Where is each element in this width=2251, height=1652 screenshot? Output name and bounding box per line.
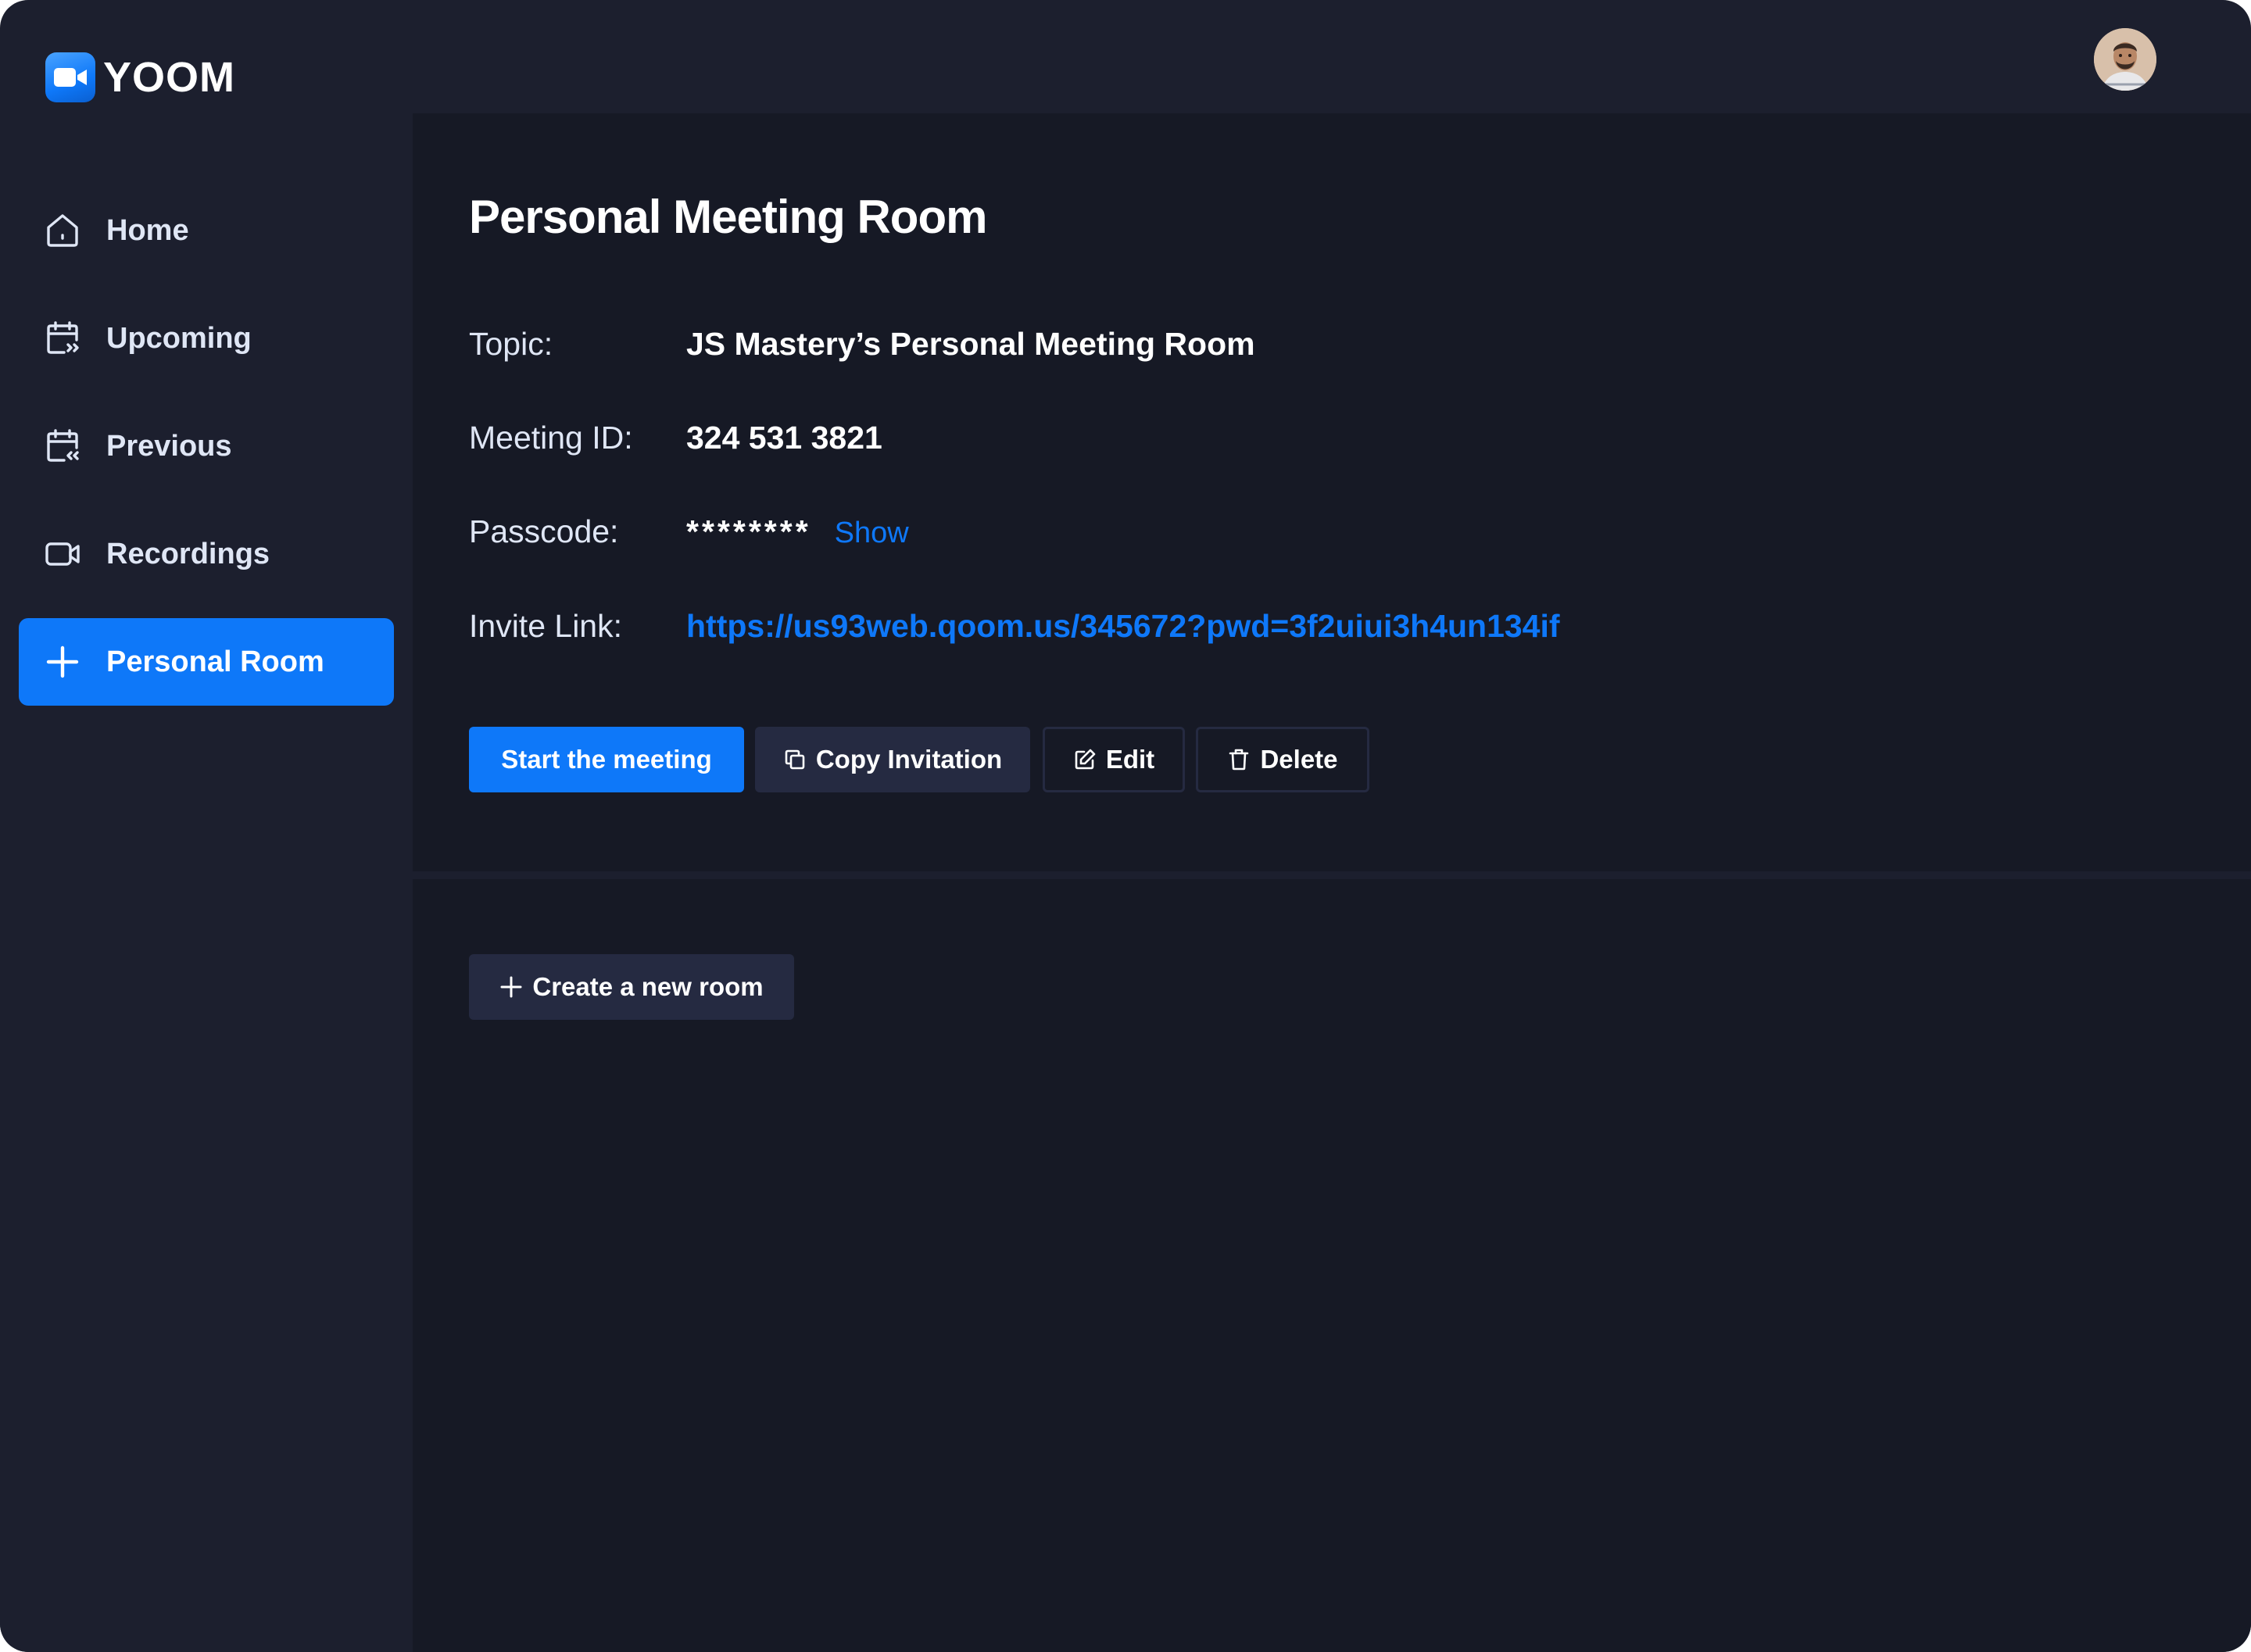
topic-value: JS Mastery’s Personal Meeting Room <box>686 326 1255 362</box>
calendar-previous-icon <box>42 426 83 467</box>
passcode-row: Passcode: ******** Show <box>469 513 909 550</box>
video-icon <box>42 534 83 574</box>
invite-link[interactable]: https://us93web.qoom.us/345672?pwd=3f2ui… <box>686 608 1560 645</box>
sidebar-item-label: Recordings <box>106 537 270 570</box>
passcode-value: ******** <box>686 513 811 549</box>
plus-icon <box>42 642 83 682</box>
sidebar-item-home[interactable]: Home <box>19 187 394 274</box>
sidebar-item-label: Previous <box>106 429 232 463</box>
show-passcode-link[interactable]: Show <box>835 517 909 550</box>
calendar-upcoming-icon <box>42 318 83 359</box>
edit-label: Edit <box>1105 745 1155 774</box>
meeting-id-value: 324 531 3821 <box>686 420 882 456</box>
start-meeting-button[interactable]: Start the meeting <box>469 727 744 792</box>
delete-label: Delete <box>1260 745 1338 774</box>
topic-row: Topic: JS Mastery’s Personal Meeting Roo… <box>469 326 1255 363</box>
trash-icon <box>1227 748 1251 771</box>
invite-link-row: Invite Link: https://us93web.qoom.us/345… <box>469 608 1560 645</box>
page-title: Personal Meeting Room <box>469 191 987 243</box>
plus-icon <box>499 975 523 999</box>
start-meeting-label: Start the meeting <box>501 745 712 774</box>
sidebar-item-label: Personal Room <box>106 645 324 678</box>
sidebar-item-recordings[interactable]: Recordings <box>19 510 394 598</box>
main-panel: Personal Meeting Room Topic: JS Mastery’… <box>413 113 2251 1652</box>
edit-button[interactable]: Edit <box>1043 727 1185 792</box>
delete-button[interactable]: Delete <box>1196 727 1369 792</box>
sidebar-item-personal-room[interactable]: Personal Room <box>19 618 394 706</box>
passcode-label: Passcode: <box>469 513 619 549</box>
copy-invitation-label: Copy Invitation <box>815 745 1003 774</box>
user-avatar[interactable] <box>2094 28 2156 91</box>
meeting-id-row: Meeting ID: 324 531 3821 <box>469 420 882 456</box>
sidebar-item-previous[interactable]: Previous <box>19 402 394 490</box>
edit-icon <box>1073 748 1097 771</box>
sidebar-item-label: Home <box>106 213 189 247</box>
sidebar-item-label: Upcoming <box>106 321 252 355</box>
create-room-label: Create a new room <box>532 972 764 1001</box>
section-divider <box>413 871 2251 879</box>
app-window: YOOM Home Upcoming Previous Recordings P… <box>0 0 2251 1652</box>
meeting-id-label: Meeting ID: <box>469 420 633 456</box>
app-name: YOOM <box>103 54 236 101</box>
topic-label: Topic: <box>469 326 553 362</box>
video-camera-icon <box>45 52 95 102</box>
sidebar-item-upcoming[interactable]: Upcoming <box>19 295 394 382</box>
copy-icon <box>783 748 807 771</box>
sidebar: Home Upcoming Previous Recordings Person… <box>0 113 413 1652</box>
invite-link-label: Invite Link: <box>469 608 622 644</box>
create-room-button[interactable]: Create a new room <box>469 954 794 1020</box>
home-icon <box>42 210 83 251</box>
logo[interactable]: YOOM <box>45 52 235 102</box>
copy-invitation-button[interactable]: Copy Invitation <box>755 727 1030 792</box>
